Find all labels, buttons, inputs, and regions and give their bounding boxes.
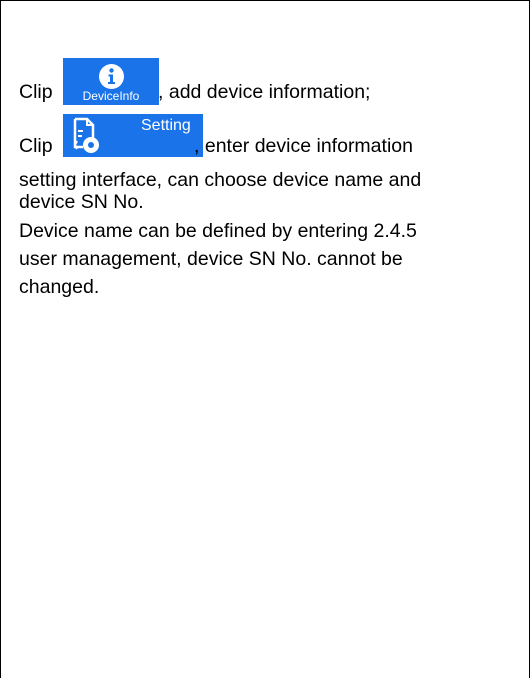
clip-text: Clip [19, 81, 59, 103]
paragraph3-line-1: Device name can be defined by entering 2… [19, 220, 417, 242]
paragraph3-line-2: user management, device SN No. cannot be [19, 248, 403, 270]
enter-setting-text: , enter device information [194, 135, 413, 157]
paragraph2-line-3: device SN No. [19, 191, 144, 213]
paragraph2-line-2: setting interface, can choose device nam… [19, 169, 422, 191]
clip-text: Clip [19, 135, 59, 157]
setting-label: Setting [141, 117, 191, 134]
paragraph2-line-1: Clip , enter device information [19, 135, 413, 157]
paragraph1-line: Clip , add device information; [19, 81, 370, 103]
add-device-info-text: , add device information; [158, 81, 371, 103]
paragraph3-line-3: changed. [19, 276, 100, 298]
document-page: DeviceInfo Clip , add device information… [0, 0, 530, 678]
